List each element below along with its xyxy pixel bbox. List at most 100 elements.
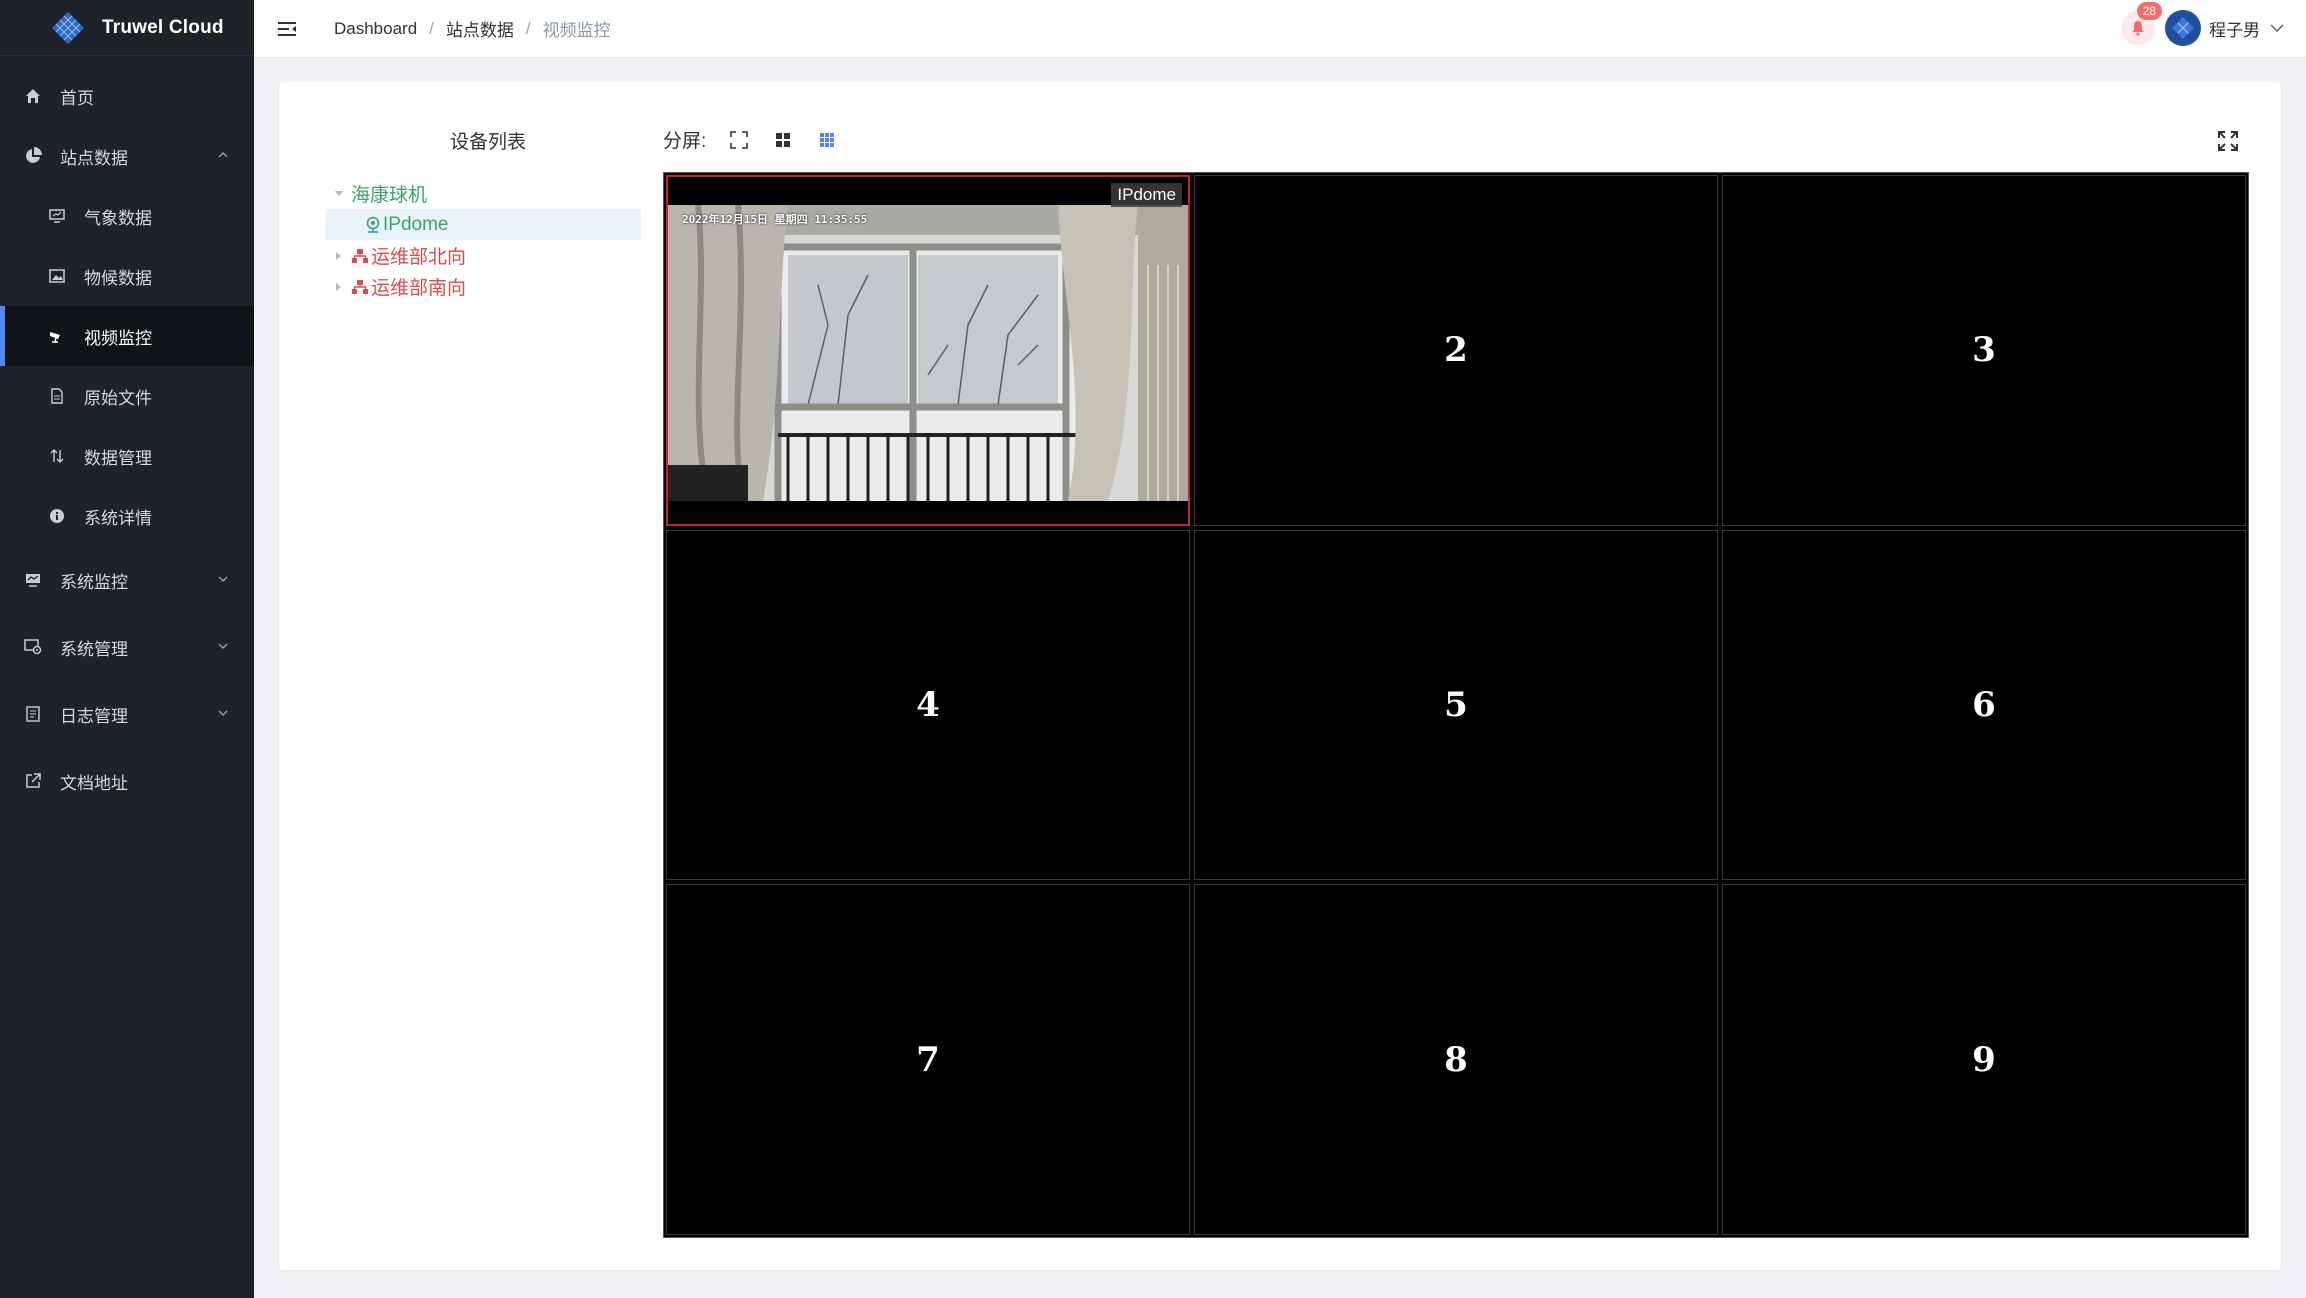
pie-chart-icon [24, 147, 42, 165]
device-list-title: 设备列表 [449, 132, 526, 153]
info-icon [48, 507, 66, 525]
camera-icon [48, 327, 66, 345]
sidebar-item-system-details[interactable]: 系统详情 [0, 486, 254, 546]
sidebar-item-log-management[interactable]: 日志管理 [0, 680, 254, 748]
tree-node-ipdome[interactable]: IPdome [325, 209, 641, 240]
video-cell-4[interactable]: 4 [666, 529, 1190, 881]
monitor-chart-icon [24, 571, 42, 589]
camera-timestamp: 2022年12月15日 星期四 11:35:55 [682, 213, 868, 226]
breadcrumb: Dashboard / 站点数据 / 视频监控 [334, 16, 611, 41]
bell-icon [2132, 21, 2144, 36]
video-cell-5[interactable]: 5 [1194, 529, 1718, 881]
video-cell-3[interactable]: 3 [1722, 175, 2246, 526]
settings-icon [24, 638, 42, 656]
log-icon [24, 705, 42, 723]
breadcrumb-current: 视频监控 [542, 21, 611, 40]
tree-node-ops-north[interactable]: 运维部北向 [325, 240, 641, 271]
brand-name: Truwel Cloud [102, 16, 224, 38]
cell-number: 4 [916, 684, 940, 725]
sidebar-item-video-monitoring[interactable]: 视频监控 [0, 306, 254, 366]
caret-down-icon[interactable] [329, 190, 349, 198]
top-header: Dashboard / 站点数据 / 视频监控 28 程子男 [254, 0, 2306, 58]
tree-node-label: 运维部南向 [371, 278, 467, 299]
sort-icon [48, 447, 66, 465]
breadcrumb-dashboard[interactable]: Dashboard [334, 19, 417, 39]
single-screen-icon[interactable] [728, 129, 750, 151]
split-label: 分屏: [663, 131, 707, 152]
breadcrumb-separator: / [429, 18, 434, 38]
sidebar-item-label: 气象数据 [84, 208, 152, 228]
sidebar-item-label: 站点数据 [60, 148, 128, 168]
sidebar-item-site-data[interactable]: 站点数据 [0, 126, 254, 186]
cell-number: 5 [1444, 684, 1468, 725]
video-grid: 2022年12月15日 星期四 11:35:55 IPdome 2 3 4 5 … [663, 172, 2249, 1238]
notification-badge: 28 [2135, 1, 2163, 21]
header-actions: 28 程子男 [2121, 1, 2284, 48]
sidebar-item-weather-data[interactable]: 气象数据 [0, 186, 254, 246]
video-cell-7[interactable]: 7 [666, 884, 1190, 1235]
monitor-icon [48, 207, 66, 225]
main-card: 设备列表 海康球机 IPdome 运维部北向 运维部南向 分屏: 2022年12… [279, 82, 2281, 1270]
cell-number: 6 [1972, 684, 1996, 725]
caret-right-icon[interactable] [329, 251, 349, 261]
sidebar-item-label: 系统详情 [84, 508, 152, 528]
sidebar-item-docs[interactable]: 文档地址 [0, 748, 254, 814]
tree-node-hikvision-dome[interactable]: 海康球机 [325, 178, 641, 209]
video-cell-2[interactable]: 2 [1194, 175, 1718, 526]
tree-node-ops-south[interactable]: 运维部南向 [325, 271, 641, 302]
video-cell-1[interactable]: 2022年12月15日 星期四 11:35:55 IPdome [666, 175, 1190, 526]
file-icon [48, 387, 66, 405]
sidebar-item-system-management[interactable]: 系统管理 [0, 614, 254, 680]
sidebar-item-label: 文档地址 [60, 773, 128, 793]
sidebar-item-label: 首页 [60, 88, 94, 108]
sidebar-item-phenology-data[interactable]: 物候数据 [0, 246, 254, 306]
video-cell-8[interactable]: 8 [1194, 884, 1718, 1235]
external-link-icon [24, 772, 42, 790]
brand[interactable]: Truwel Cloud [0, 0, 254, 56]
menu-collapse-icon[interactable] [274, 16, 300, 42]
sidebar-item-system-monitoring[interactable]: 系统监控 [0, 546, 254, 614]
sidebar-item-label: 系统监控 [60, 572, 128, 592]
home-icon [24, 87, 42, 105]
chevron-up-icon [218, 152, 228, 158]
brand-logo-icon [52, 11, 84, 44]
sidebar-item-data-management[interactable]: 数据管理 [0, 426, 254, 486]
sidebar-item-label: 系统管理 [60, 639, 128, 659]
sidebar-item-raw-files[interactable]: 原始文件 [0, 366, 254, 426]
chevron-down-icon [218, 576, 228, 582]
notification-button[interactable]: 28 [2121, 1, 2163, 45]
sidebar: Truwel Cloud 首页 站点数据 气象数据 物候数据 视频监控 原始文件… [0, 0, 254, 1298]
camera-feed [668, 205, 1188, 501]
split-screen-toolbar: 分屏: [663, 126, 838, 153]
tree-node-label: 运维部北向 [371, 247, 467, 268]
sidebar-item-label: 数据管理 [84, 448, 152, 468]
sidebar-item-label: 视频监控 [84, 328, 152, 348]
video-cell-6[interactable]: 6 [1722, 529, 2246, 881]
tree-node-label: 海康球机 [351, 185, 428, 206]
cell-number: 3 [1972, 330, 1996, 371]
fullscreen-icon[interactable] [2215, 128, 2241, 154]
sidebar-item-home[interactable]: 首页 [0, 66, 254, 126]
cell-number: 7 [916, 1039, 940, 1080]
caret-right-icon[interactable] [329, 282, 349, 292]
cell-number: 2 [1444, 330, 1468, 371]
device-list-panel: 设备列表 海康球机 IPdome 运维部北向 运维部南向 [325, 127, 641, 302]
image-icon [48, 267, 66, 285]
username[interactable]: 程子男 [2209, 16, 2260, 41]
sidebar-item-label: 原始文件 [84, 388, 152, 408]
camera-name-label: IPdome [1111, 183, 1182, 207]
tree-node-label: IPdome [383, 213, 449, 235]
chevron-down-icon[interactable] [2270, 23, 2284, 33]
four-screen-icon[interactable] [772, 129, 794, 151]
nine-screen-icon[interactable] [816, 129, 838, 151]
network-icon [351, 248, 369, 264]
sidebar-menu: 首页 站点数据 气象数据 物候数据 视频监控 原始文件 数据管理 系统详情 系统… [0, 56, 254, 814]
video-cell-9[interactable]: 9 [1722, 884, 2246, 1235]
breadcrumb-site-data[interactable]: 站点数据 [446, 16, 514, 41]
chevron-down-icon [218, 643, 228, 649]
breadcrumb-separator: / [525, 18, 531, 38]
cell-number: 8 [1444, 1039, 1468, 1080]
webcam-icon [365, 216, 381, 234]
avatar[interactable] [2165, 10, 2201, 46]
network-icon [351, 279, 369, 295]
